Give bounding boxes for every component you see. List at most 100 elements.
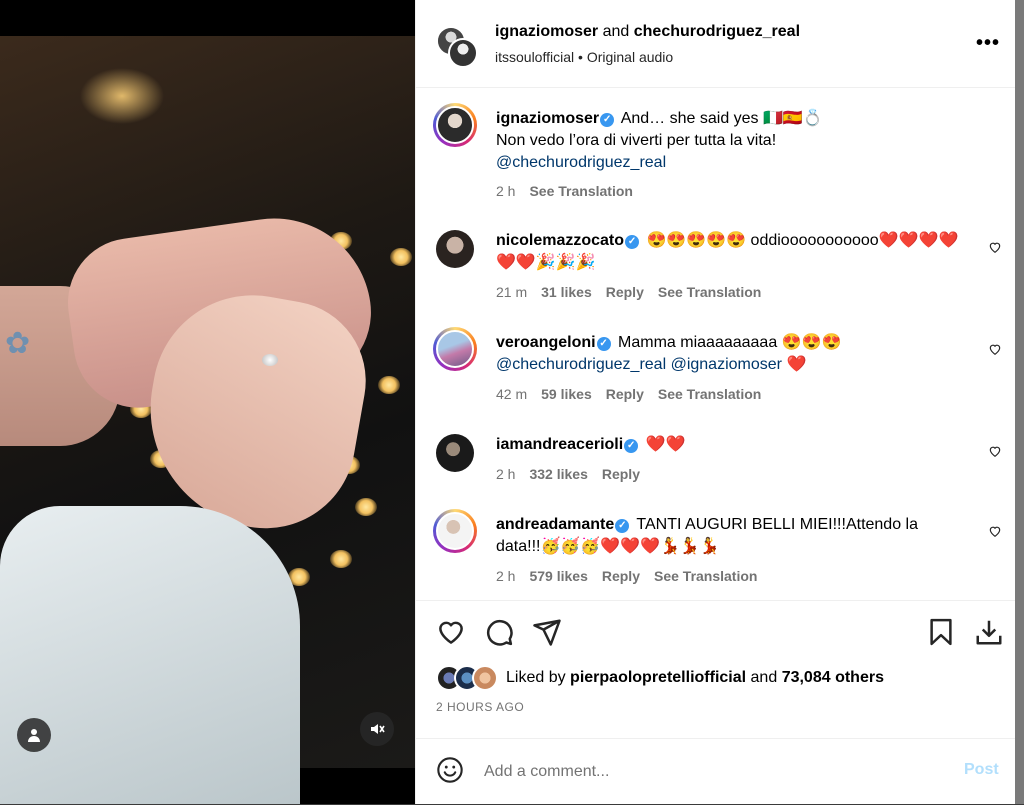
post-media[interactable]: ✿ xyxy=(0,0,415,804)
comment-text: nicolemazzocato ✓ 😍😍😍😍😍 oddiooooooooooo❤️… xyxy=(496,230,966,274)
candle xyxy=(355,498,377,516)
collaborator-username[interactable]: chechurodriguez_real xyxy=(634,23,800,40)
caption-meta: 2 h See Translation xyxy=(496,183,647,199)
comment-meta: 2 h 332 likes Reply xyxy=(496,466,654,482)
liker-username[interactable]: pierpaolopretelliofficial xyxy=(570,669,746,687)
commenter-avatar[interactable] xyxy=(433,509,477,553)
audio-info: itssoulofficial • Original audio xyxy=(495,49,673,65)
post-timestamp[interactable]: 2 HOURS AGO xyxy=(436,700,524,714)
caption-line2: Non vedo l’ora di viverti per tutta la v… xyxy=(496,132,777,149)
audio-artist[interactable]: itssoulofficial xyxy=(495,49,574,65)
comment-line2: ❤️❤️🎉🎉🎉 xyxy=(496,254,596,271)
comment-composer: Post xyxy=(416,738,1016,805)
more-options-button[interactable]: ••• xyxy=(976,32,1000,55)
see-translation-button[interactable]: See Translation xyxy=(654,568,757,584)
author-username[interactable]: ignaziomoser xyxy=(495,23,598,40)
comment-line1: TANTI AUGURI BELLI MIEI!!!Attendo la xyxy=(636,516,918,533)
like-comment-heart-icon[interactable] xyxy=(988,240,1002,254)
download-icon[interactable] xyxy=(974,617,1004,647)
caption-line1: And… she said yes 🇮🇹🇪🇸💍 xyxy=(620,110,823,127)
verified-badge-icon: ✓ xyxy=(624,439,639,453)
see-translation-button[interactable]: See Translation xyxy=(529,183,632,199)
comment-mention[interactable]: @ignaziomoser xyxy=(671,356,782,373)
comment-meta: 21 m 31 likes Reply See Translation xyxy=(496,284,775,300)
caption-username[interactable]: ignaziomoser xyxy=(496,110,599,127)
commenter-avatar[interactable] xyxy=(433,327,477,371)
commenter-avatar[interactable] xyxy=(436,434,474,472)
comment-line1: ❤️❤️ xyxy=(645,436,686,453)
comment-username[interactable]: nicolemazzocato xyxy=(496,232,624,249)
likes-count[interactable]: 73,084 others xyxy=(782,669,884,687)
comment-input[interactable] xyxy=(482,759,936,785)
tagged-users-button[interactable] xyxy=(17,718,51,752)
sweater-sleeve xyxy=(0,506,300,804)
comment-meta: 2 h 579 likes Reply See Translation xyxy=(496,568,771,584)
post-header: ignaziomoser and chechurodriguez_real it… xyxy=(416,0,1016,88)
commenter-avatar[interactable] xyxy=(436,230,474,268)
comment-mention[interactable]: @chechurodriguez_real xyxy=(496,356,666,373)
comment-likes[interactable]: 579 likes xyxy=(529,568,587,584)
comment-time[interactable]: 2 h xyxy=(496,568,515,584)
reply-button[interactable]: Reply xyxy=(602,466,640,482)
save-bookmark-icon[interactable] xyxy=(926,617,956,647)
candle xyxy=(330,550,352,568)
engagement-ring xyxy=(262,354,278,366)
reply-button[interactable]: Reply xyxy=(606,386,644,402)
caption-mention[interactable]: @chechurodriguez_real xyxy=(496,154,666,171)
comment-username[interactable]: andreadamante xyxy=(496,516,614,533)
post-comment-button[interactable]: Post xyxy=(964,761,999,779)
liked-by-prefix: Liked by xyxy=(506,669,566,686)
background-page-edge xyxy=(1015,0,1024,804)
comment-meta: 42 m 59 likes Reply See Translation xyxy=(496,386,775,402)
candle xyxy=(378,376,400,394)
verified-badge-icon: ✓ xyxy=(596,337,611,351)
comment-time[interactable]: 42 m xyxy=(496,386,527,402)
comment-likes[interactable]: 332 likes xyxy=(529,466,587,482)
like-comment-heart-icon[interactable] xyxy=(988,524,1002,538)
likes-summary: Liked by pierpaolopretelliofficial and 7… xyxy=(436,665,884,691)
verified-badge-icon: ✓ xyxy=(615,519,630,533)
comment-bubble-icon[interactable] xyxy=(484,617,514,647)
user-icon xyxy=(28,729,40,742)
reply-button[interactable]: Reply xyxy=(602,568,640,584)
caption-text: ignaziomoser ✓ And… she said yes 🇮🇹🇪🇸💍 No… xyxy=(496,108,966,174)
audio-separator: • xyxy=(578,49,583,65)
header-usernames: ignaziomoser and chechurodriguez_real xyxy=(495,23,800,41)
comment-text: andreadamante ✓ TANTI AUGURI BELLI MIEI!!… xyxy=(496,514,966,558)
caption-time[interactable]: 2 h xyxy=(496,183,515,199)
verified-badge-icon: ✓ xyxy=(625,235,640,249)
caption-avatar[interactable] xyxy=(433,103,477,147)
like-comment-heart-icon[interactable] xyxy=(988,342,1002,356)
comment-line1: Mamma miaaaaaaaaa 😍😍😍 xyxy=(618,334,842,351)
comment-username[interactable]: iamandreacerioli xyxy=(496,436,623,453)
speaker-muted-icon xyxy=(371,724,385,734)
comment-line2: data!!!🥳🥳🥳❤️❤️❤️💃💃💃 xyxy=(496,538,720,555)
like-comment-heart-icon[interactable] xyxy=(988,444,1002,458)
post-details-panel: ignaziomoser and chechurodriguez_real it… xyxy=(415,0,1016,804)
liker-avatars xyxy=(436,665,498,691)
see-translation-button[interactable]: See Translation xyxy=(658,284,761,300)
comment-time[interactable]: 2 h xyxy=(496,466,515,482)
comment-line1: 😍😍😍😍😍 oddiooooooooooo❤️❤️❤️❤️ xyxy=(646,232,959,249)
conjunction-text: and xyxy=(602,23,630,40)
comment-likes[interactable]: 59 likes xyxy=(541,386,592,402)
share-send-icon[interactable] xyxy=(532,617,562,647)
collaborator-avatar[interactable] xyxy=(448,38,478,68)
audio-label[interactable]: Original audio xyxy=(587,49,673,65)
comment-text: iamandreacerioli ✓ ❤️❤️ xyxy=(496,434,966,456)
see-translation-button[interactable]: See Translation xyxy=(658,386,761,402)
mute-button[interactable] xyxy=(360,712,394,746)
candle xyxy=(390,248,412,266)
comment-username[interactable]: veroangeloni xyxy=(496,334,596,351)
like-heart-icon[interactable] xyxy=(436,617,466,647)
verified-badge-icon: ✓ xyxy=(600,113,615,127)
emoji-icon[interactable] xyxy=(436,756,464,784)
reply-button[interactable]: Reply xyxy=(606,284,644,300)
comment-time[interactable]: 21 m xyxy=(496,284,527,300)
comment-likes[interactable]: 31 likes xyxy=(541,284,592,300)
liked-by-middle: and xyxy=(750,669,778,686)
comment-tail: ❤️ xyxy=(786,356,807,373)
comment-text: veroangeloni ✓ Mamma miaaaaaaaaa 😍😍😍 @che… xyxy=(496,332,966,376)
liker-avatar[interactable] xyxy=(472,665,498,691)
video-frame: ✿ xyxy=(0,36,415,804)
